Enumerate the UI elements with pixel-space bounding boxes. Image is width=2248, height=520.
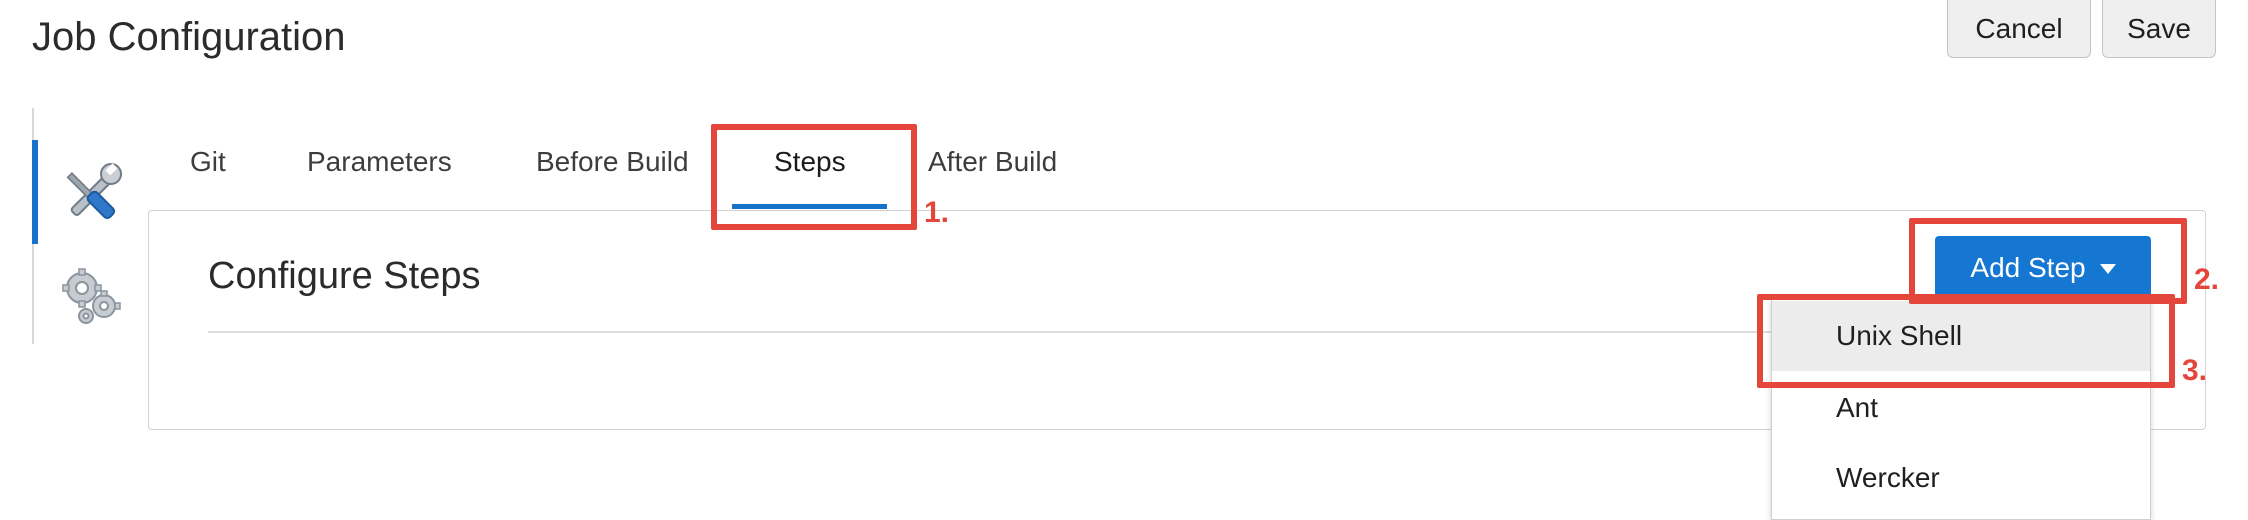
annotation-box-unix-shell xyxy=(1757,294,2175,388)
tab-before-build[interactable]: Before Build xyxy=(536,138,689,186)
tab-parameters[interactable]: Parameters xyxy=(307,138,452,186)
save-button[interactable]: Save xyxy=(2102,0,2216,58)
panel-title: Configure Steps xyxy=(208,255,481,297)
gears-icon[interactable] xyxy=(56,262,126,332)
menu-item-wercker[interactable]: Wercker xyxy=(1772,443,2150,513)
page-title: Job Configuration xyxy=(32,15,346,59)
annotation-box-steps-tab xyxy=(711,124,917,230)
panel-divider xyxy=(208,331,1828,333)
tools-icon[interactable] xyxy=(56,160,126,230)
annotation-box-add-step xyxy=(1909,218,2187,304)
tab-after-build[interactable]: After Build xyxy=(928,138,1057,186)
annotation-label-3: 3. xyxy=(2182,354,2208,387)
annotation-label-2: 2. xyxy=(2194,263,2220,296)
sidebar-active-indicator xyxy=(32,140,38,244)
tab-git[interactable]: Git xyxy=(190,138,226,186)
annotation-label-1: 1. xyxy=(924,196,950,229)
cancel-button[interactable]: Cancel xyxy=(1947,0,2091,58)
